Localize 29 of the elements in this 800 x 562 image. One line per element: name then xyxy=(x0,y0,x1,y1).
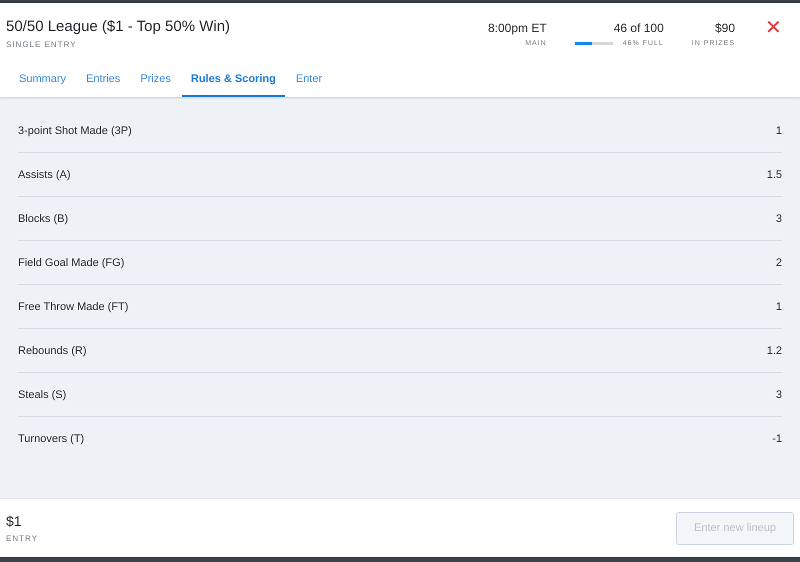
progress-bar xyxy=(574,42,613,45)
stat-value: $90 xyxy=(714,21,735,35)
points-value: -1 xyxy=(772,432,782,444)
tab[interactable]: Prizes xyxy=(131,66,180,97)
tab[interactable]: Entries xyxy=(77,66,130,97)
stat-name: Rebounds (R) xyxy=(18,344,86,356)
points-value: 1.2 xyxy=(766,344,782,356)
tab[interactable]: Enter xyxy=(286,66,332,97)
entry-label: ENTRY xyxy=(6,534,38,543)
points-value: 2 xyxy=(776,256,782,268)
stat-value: 8:00pm ET xyxy=(488,21,547,35)
tab[interactable]: Summary xyxy=(10,66,76,97)
stat-name: Field Goal Made (FG) xyxy=(18,256,124,268)
entry-fee: $1 xyxy=(6,513,23,529)
close-button[interactable]: ✕ xyxy=(765,18,782,38)
stat-name: Assists (A) xyxy=(18,168,71,180)
points-value: 3 xyxy=(776,388,782,400)
stat-name: Free Throw Made (FT) xyxy=(18,300,128,312)
stat-name: Turnovers (T) xyxy=(18,432,84,444)
points-value: 1.5 xyxy=(766,168,782,180)
stat-name: 3-point Shot Made (3P) xyxy=(18,124,132,136)
points-value: 3 xyxy=(776,212,782,224)
stat-value: 46 of 100 xyxy=(614,21,664,35)
points-value: 1 xyxy=(776,300,782,312)
points-value: 1 xyxy=(776,124,782,136)
contest-title: 50/50 League ($1 - Top 50% Win) xyxy=(6,18,230,35)
entry-type: SINGLE ENTRY xyxy=(6,40,78,49)
stat-name: Steals (S) xyxy=(18,388,66,400)
stat-name: Blocks (B) xyxy=(18,212,68,224)
